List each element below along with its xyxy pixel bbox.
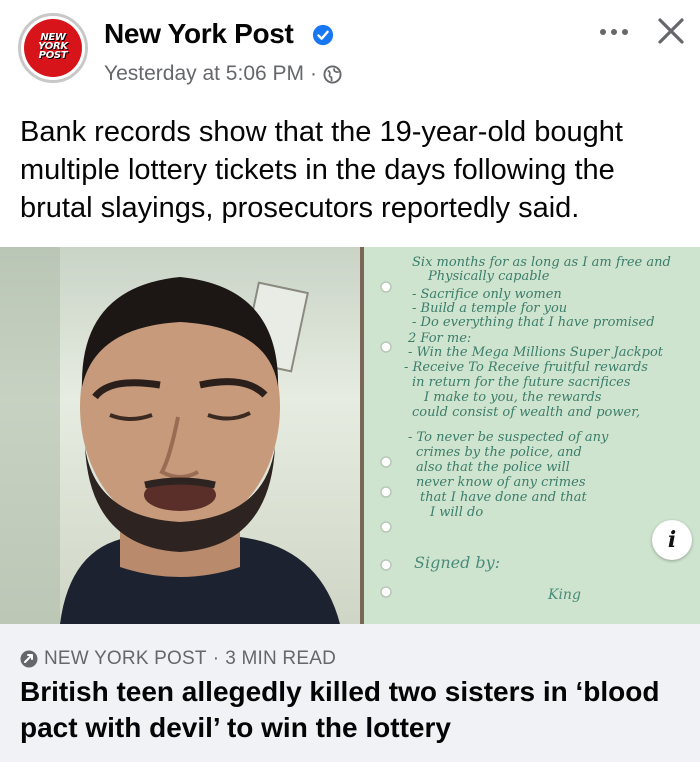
handwritten-note-photo: Six months for as long as I am free and … xyxy=(364,247,700,624)
suspect-photo xyxy=(0,247,360,624)
note-line: - Receive To Receive fruitful rewards xyxy=(404,360,648,375)
note-line: Six months for as long as I am free and xyxy=(412,255,671,270)
note-line: that I have done and that xyxy=(420,490,587,505)
note-line: I will do xyxy=(430,505,484,520)
post-message: Bank records show that the 19-year-old b… xyxy=(20,116,623,224)
signature: King xyxy=(548,587,581,603)
link-read-time: 3 MIN READ xyxy=(225,648,336,669)
post-meta: Yesterday at 5:06 PM · xyxy=(104,62,342,86)
note-line: I make to you, the rewards xyxy=(424,390,602,405)
post-image[interactable]: Six months for as long as I am free and … xyxy=(0,247,700,624)
globe-icon xyxy=(323,64,342,84)
note-line: - Build a temple for you xyxy=(412,301,568,316)
logo-word-3: POST xyxy=(38,50,68,61)
note-line: - To never be suspected of any xyxy=(408,430,609,445)
note-line: never know of any crimes xyxy=(416,475,586,490)
note-line: - Sacrifice only women xyxy=(412,287,562,302)
more-options-icon[interactable] xyxy=(596,20,632,44)
link-source: NEW YORK POST · 3 MIN READ xyxy=(20,648,336,670)
link-source-separator: · xyxy=(212,648,220,669)
signed-by-label: Signed by: xyxy=(414,553,501,572)
note-line: crimes by the police, and xyxy=(416,445,582,460)
link-source-name: NEW YORK POST xyxy=(44,648,207,669)
note-line: - Do everything that I have promised xyxy=(412,315,655,330)
note-line: - Win the Mega Millions Super Jackpot xyxy=(408,345,664,360)
share-arrow-icon xyxy=(20,650,38,668)
nyp-logo: NEW YORK POST xyxy=(24,19,82,77)
note-line: in return for the future sacrifices xyxy=(412,375,631,390)
link-headline[interactable]: British teen allegedly killed two sister… xyxy=(20,674,690,746)
note-line: could consist of wealth and power, xyxy=(412,405,641,420)
note-line: 2 For me: xyxy=(408,331,472,346)
suspect-portrait-illustration xyxy=(0,247,340,624)
note-line: also that the police will xyxy=(416,460,570,475)
post-timestamp[interactable]: Yesterday at 5:06 PM xyxy=(104,62,304,86)
post-header: NEW YORK POST New York Post Yesterday at… xyxy=(0,0,700,100)
verified-badge-icon xyxy=(312,24,334,46)
meta-separator: · xyxy=(310,62,318,85)
page-avatar[interactable]: NEW YORK POST xyxy=(18,13,88,83)
page-name-link[interactable]: New York Post xyxy=(104,18,294,50)
close-icon[interactable] xyxy=(654,14,688,48)
note-line: Physically capable xyxy=(428,269,550,284)
info-icon[interactable]: i xyxy=(652,520,692,560)
